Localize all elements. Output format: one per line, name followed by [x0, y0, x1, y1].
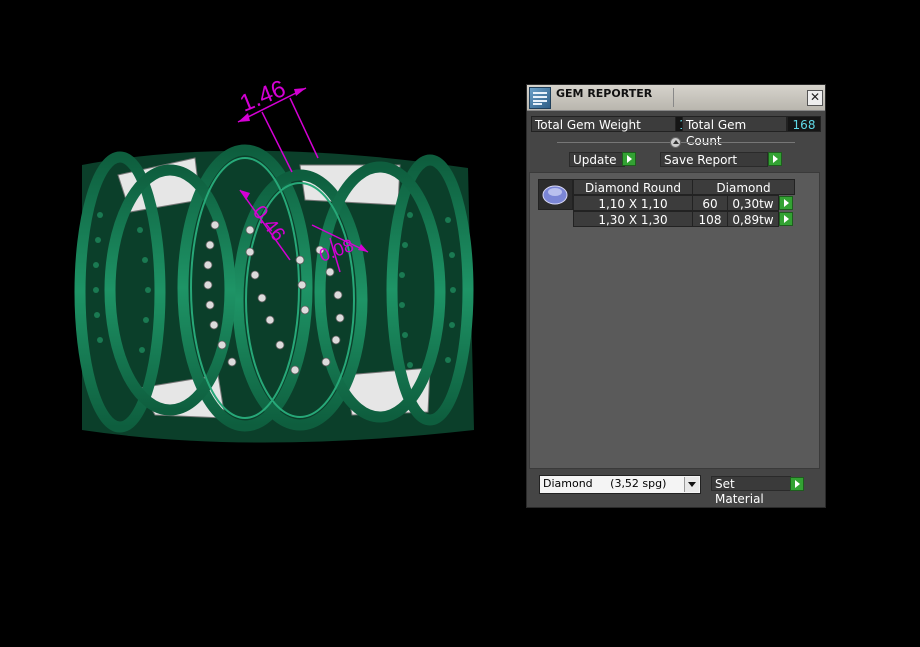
material-select[interactable]: Diamond (3,52 spg) [539, 475, 701, 494]
row-weight: 0,30tw [727, 195, 779, 211]
material-select-value: Diamond (3,52 spg) [543, 477, 667, 490]
save-report-button[interactable] [768, 152, 782, 166]
gem-list: Diamond Round Diamond 1,10 X 1,10 60 0,3… [529, 172, 820, 469]
3d-viewport[interactable]: 1.46 0.46 0.08 [0, 0, 520, 647]
title-divider [673, 88, 674, 107]
row-count: 60 [692, 195, 728, 211]
row-count: 108 [692, 211, 728, 227]
row-size: 1,10 X 1,10 [573, 195, 693, 211]
panel-title: GEM REPORTER [556, 87, 653, 100]
update-label: Update [569, 152, 625, 167]
panel-titlebar[interactable]: GEM REPORTER ✕ [527, 85, 825, 111]
select-row-button[interactable] [779, 196, 793, 210]
update-button[interactable] [622, 152, 636, 166]
collapse-toggle[interactable] [670, 137, 681, 148]
table-header-cut: Diamond Round [573, 179, 693, 195]
dimension-label: 1.46 [236, 75, 289, 118]
row-size: 1,30 X 1,30 [573, 211, 693, 227]
gem-report-icon [529, 87, 551, 109]
total-gem-count-value: 168 [787, 116, 821, 132]
total-gem-weight-label: Total Gem Weight [531, 116, 676, 132]
set-material-button[interactable] [790, 477, 804, 491]
close-button[interactable]: ✕ [807, 90, 823, 106]
gem-reporter-panel: GEM REPORTER ✕ Total Gem Weight 1,19 Tot… [526, 84, 826, 508]
save-report-label: Save Report [660, 152, 768, 167]
total-gem-count-label: Total Gem Count [682, 116, 787, 148]
table-header-material: Diamond [692, 179, 795, 195]
chevron-down-icon[interactable] [684, 477, 699, 492]
ring-render: 1.46 0.46 0.08 [74, 75, 474, 443]
set-material-label: Set Material [711, 476, 791, 506]
select-row-button[interactable] [779, 212, 793, 226]
row-weight: 0,89tw [727, 211, 779, 227]
diamond-round-icon [538, 179, 573, 210]
